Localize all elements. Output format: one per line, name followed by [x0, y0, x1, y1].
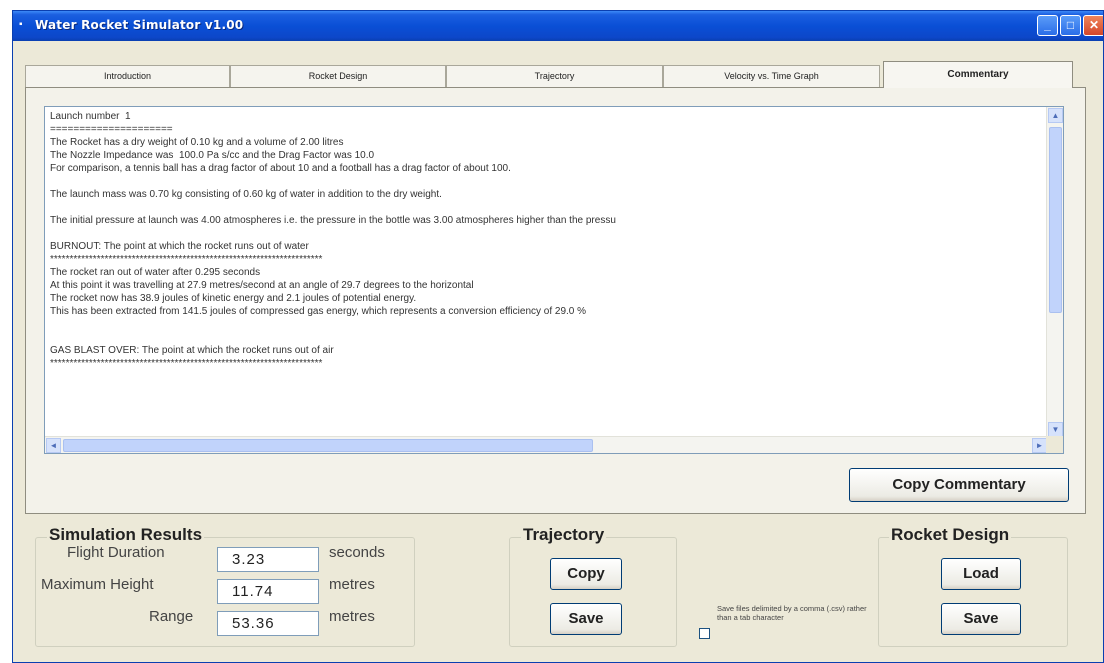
tab-velocity-vs-time-graph[interactable]: Velocity vs. Time Graph [663, 65, 880, 87]
commentary-text[interactable]: Launch number 1 ===================== The … [50, 110, 1040, 432]
tab-strip: Introduction Rocket Design Trajectory Ve… [25, 61, 1075, 88]
title-bar[interactable]: ▪ Water Rocket Simulator v1.00 _ □ ✕ [13, 11, 1103, 41]
commentary-line: The Nozzle Impedance was 100.0 Pa s/cc a… [50, 150, 375, 161]
commentary-panel: Launch number 1 ===================== The … [25, 87, 1086, 514]
flight-duration-unit: seconds [329, 544, 385, 561]
commentary-line: GAS BLAST OVER: The point at which the r… [50, 345, 334, 356]
rocket-design-load-button[interactable]: Load [941, 558, 1021, 590]
commentary-line [50, 331, 1040, 344]
vertical-scroll-thumb[interactable] [1049, 127, 1062, 313]
flight-duration-value[interactable]: 3.23 [217, 547, 319, 572]
commentary-line [50, 201, 1040, 214]
app-window: ▪ Water Rocket Simulator v1.00 _ □ ✕ Int… [12, 10, 1104, 663]
scroll-left-icon[interactable]: ◄ [46, 438, 61, 453]
tab-trajectory[interactable]: Trajectory [446, 65, 663, 87]
csv-delimiter-checkbox[interactable] [699, 628, 710, 639]
commentary-line [50, 227, 1040, 240]
horizontal-scrollbar[interactable]: ◄ ► [45, 436, 1048, 453]
scroll-up-icon[interactable]: ▲ [1048, 108, 1063, 123]
rocket-design-title: Rocket Design [889, 525, 1012, 545]
commentary-line: The rocket now has 38.9 joules of kineti… [50, 293, 417, 304]
csv-delimiter-label: Save files delimited by a comma (.csv) r… [717, 604, 867, 622]
trajectory-save-button[interactable]: Save [550, 603, 622, 635]
commentary-line: For comparison, a tennis ball has a drag… [50, 163, 511, 174]
commentary-line: ===================== [50, 124, 173, 135]
horizontal-scroll-thumb[interactable] [63, 439, 593, 452]
range-value[interactable]: 53.36 [217, 611, 319, 636]
rocket-design-save-button[interactable]: Save [941, 603, 1021, 635]
commentary-line: This has been extracted from 141.5 joule… [50, 306, 587, 317]
trajectory-copy-button[interactable]: Copy [550, 558, 622, 590]
simulation-results-title: Simulation Results [47, 525, 205, 545]
commentary-line: The Rocket has a dry weight of 0.10 kg a… [50, 137, 344, 148]
commentary-line: BURNOUT: The point at which the rocket r… [50, 241, 309, 252]
commentary-line [50, 318, 1040, 331]
copy-commentary-button[interactable]: Copy Commentary [849, 468, 1069, 502]
scroll-down-icon[interactable]: ▼ [1048, 422, 1063, 437]
maximize-button[interactable]: □ [1060, 15, 1081, 36]
commentary-line: At this point it was travelling at 27.9 … [50, 280, 474, 291]
commentary-line: Launch number 1 [50, 111, 131, 122]
scrollbar-corner [1046, 436, 1063, 453]
window-title: Water Rocket Simulator v1.00 [35, 18, 244, 32]
maximum-height-label: Maximum Height [41, 576, 154, 593]
maximum-height-unit: metres [329, 576, 375, 593]
commentary-line: The rocket ran out of water after 0.295 … [50, 267, 261, 278]
scroll-right-icon[interactable]: ► [1032, 438, 1047, 453]
minimize-button[interactable]: _ [1037, 15, 1058, 36]
commentary-line [50, 175, 1040, 188]
commentary-line: The launch mass was 0.70 kg consisting o… [50, 189, 442, 200]
commentary-line: The initial pressure at launch was 4.00 … [50, 215, 616, 226]
app-icon: ▪ [19, 19, 23, 30]
trajectory-title: Trajectory [521, 525, 607, 545]
flight-duration-label: Flight Duration [67, 544, 165, 561]
range-unit: metres [329, 608, 375, 625]
commentary-line: ****************************************… [50, 358, 323, 369]
commentary-line: ****************************************… [50, 254, 323, 265]
vertical-scrollbar[interactable]: ▲ ▼ [1046, 107, 1063, 438]
tab-introduction[interactable]: Introduction [25, 65, 230, 87]
range-label: Range [149, 608, 194, 625]
tab-rocket-design[interactable]: Rocket Design [230, 65, 446, 87]
close-button[interactable]: ✕ [1083, 15, 1103, 36]
commentary-textbox[interactable]: Launch number 1 ===================== The … [44, 106, 1064, 454]
maximum-height-value[interactable]: 11.74 [217, 579, 319, 604]
tab-commentary[interactable]: Commentary [883, 61, 1073, 88]
